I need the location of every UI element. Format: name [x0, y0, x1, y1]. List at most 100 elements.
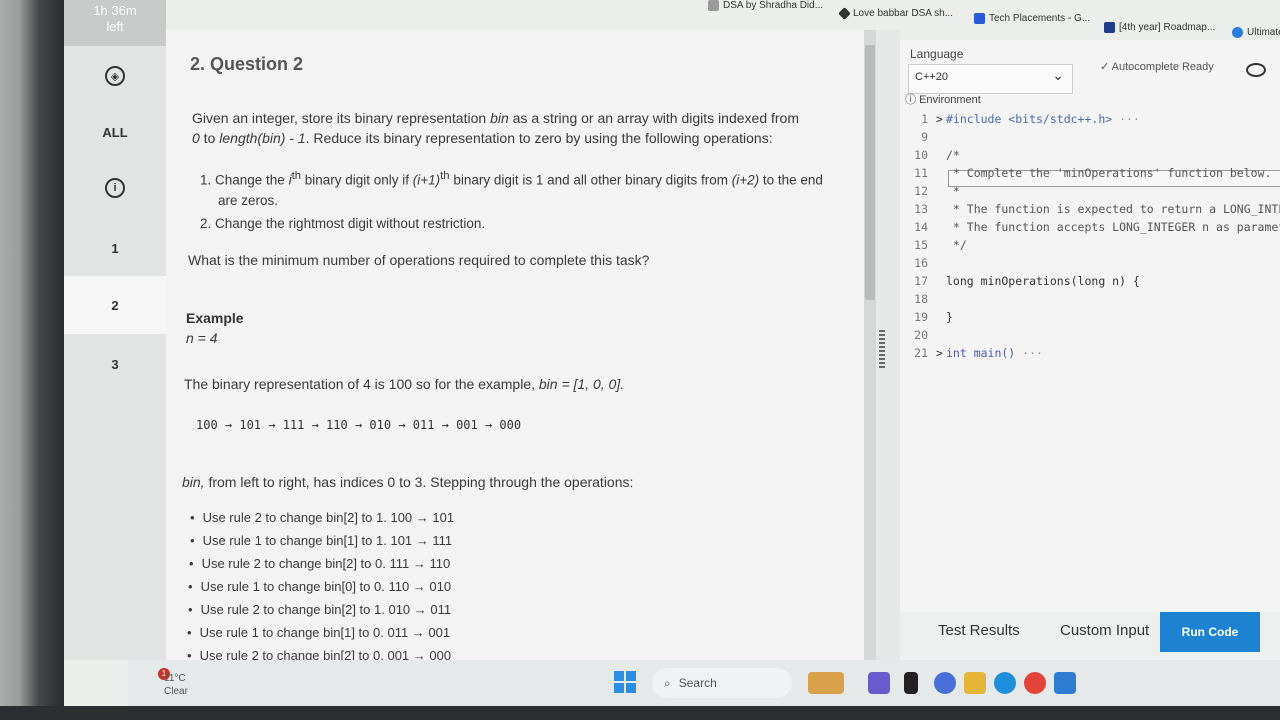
- shape-icon: [838, 7, 851, 20]
- app-icon[interactable]: [868, 672, 890, 694]
- compass-icon: ◈: [105, 66, 125, 86]
- bookmark-tech-placements[interactable]: Tech Placements - G...: [974, 13, 1090, 24]
- question-ask: What is the minimum number of operations…: [188, 252, 650, 268]
- rule-2: 2. Change the rightmost digit without re…: [200, 216, 486, 231]
- code-text: long minOperations(long n) {: [946, 274, 1140, 288]
- code-line[interactable]: 1 > #include <bits/stdc++.h> ···: [900, 112, 1280, 130]
- problem-pane: 2. Question 2 Given an integer, store it…: [166, 30, 866, 663]
- compass-nav-button[interactable]: ◈: [64, 56, 166, 96]
- tab-custom-input[interactable]: Custom Input: [1060, 622, 1149, 639]
- bookmark-ultimate[interactable]: Ultimate: [1232, 27, 1280, 38]
- code-line[interactable]: 12 *: [900, 184, 1280, 202]
- line-number: 15: [914, 238, 928, 252]
- step-item: Use rule 2 to change bin[2] to 0. 111 → …: [189, 556, 451, 571]
- folder-icon: [708, 0, 719, 11]
- chrome-icon[interactable]: [1024, 672, 1046, 694]
- example-text: The binary representation of 4 is 100 so…: [184, 376, 625, 392]
- edge-icon[interactable]: [994, 672, 1016, 694]
- code-line[interactable]: 10 /*: [900, 148, 1280, 166]
- check-circle-icon: ✓: [1100, 61, 1112, 73]
- nav-all[interactable]: ALL: [64, 110, 166, 154]
- code-line[interactable]: 19}: [900, 310, 1280, 328]
- windows-start-icon[interactable]: [614, 671, 636, 693]
- example-input: n = 4: [186, 330, 218, 346]
- nav-question-3[interactable]: 3: [64, 336, 166, 392]
- code-line[interactable]: 16: [900, 256, 1280, 274]
- code-text: * The function is expected to return a L…: [946, 202, 1280, 216]
- code-line[interactable]: 14 * The function accepts LONG_INTEGER n…: [900, 220, 1280, 238]
- code-text: * Complete the 'minOperations' function …: [946, 166, 1272, 180]
- splitter-grip-icon[interactable]: [879, 330, 885, 368]
- code-line[interactable]: 17 long minOperations(long n) {: [900, 274, 1280, 292]
- fold-chevron-icon[interactable]: >: [936, 112, 946, 126]
- language-label: Language: [910, 47, 964, 61]
- code-line[interactable]: 21 > int main() ···: [900, 346, 1280, 364]
- line-number: 18: [914, 292, 928, 306]
- screen: DSA by Shradha Did... Love babbar DSA sh…: [64, 0, 1280, 708]
- code-line[interactable]: 20: [900, 328, 1280, 346]
- question-navigator: 1h 36m left ◈ ALL i 1 2 3: [64, 0, 166, 660]
- time-remaining: 1h 36m left: [64, 0, 166, 46]
- bookmark-roadmap[interactable]: [4th year] Roadmap...: [1104, 22, 1215, 33]
- weather-widget[interactable]: 11°C Clear: [164, 672, 188, 698]
- line-number: 20: [914, 328, 928, 342]
- info-icon: ⓘ: [905, 94, 920, 106]
- code-text: *: [946, 184, 960, 198]
- line-number: 10: [914, 148, 928, 162]
- indices-text: bin, from left to right, has indices 0 t…: [182, 474, 634, 490]
- code-text: int main(): [946, 346, 1016, 360]
- monitor-bezel-bottom: [0, 706, 1280, 720]
- widget-icon[interactable]: [808, 672, 844, 694]
- code-line[interactable]: 9: [900, 130, 1280, 148]
- example-sequence: 100 → 101 → 111 → 110 → 010 → 011 → 001 …: [196, 418, 522, 432]
- fold-chevron-icon[interactable]: >: [936, 346, 946, 360]
- line-number: 17: [914, 274, 928, 288]
- code-line[interactable]: 15 */: [900, 238, 1280, 256]
- search-icon: ⌕: [664, 675, 671, 690]
- run-code-button[interactable]: Run Code: [1160, 612, 1260, 652]
- nav-question-2[interactable]: 2: [64, 276, 166, 334]
- bookmark-love-babbar[interactable]: Love babbar DSA sh...: [838, 7, 953, 20]
- bookmark-dsa-shradha[interactable]: DSA by Shradha Did...: [708, 0, 823, 11]
- environment-link[interactable]: ⓘ Environment: [905, 91, 981, 107]
- example-heading: Example: [186, 310, 244, 326]
- code-text: #include <bits/stdc++.h>: [946, 112, 1113, 126]
- file-explorer-icon[interactable]: [964, 672, 986, 694]
- step-item: Use rule 2 to change bin[2] to 1. 010 → …: [188, 602, 452, 617]
- taskbar: 1 11°C Clear ⌕ Search ^: [128, 660, 1280, 708]
- line-number: 1: [921, 112, 928, 126]
- problem-scroll-thumb[interactable]: [865, 45, 875, 300]
- code-line[interactable]: 13 * The function is expected to return …: [900, 202, 1280, 220]
- network-icon: [1104, 22, 1115, 33]
- step-item: Use rule 1 to change bin[1] to 0. 011 → …: [187, 625, 451, 640]
- language-select[interactable]: C++20: [908, 64, 1073, 94]
- line-number: 9: [921, 130, 928, 144]
- line-number: 21: [914, 346, 928, 360]
- code-text: * The function accepts LONG_INTEGER n as…: [946, 220, 1280, 234]
- step-item: Use rule 2 to change bin[2] to 1. 100 → …: [190, 510, 455, 525]
- line-number: 13: [914, 202, 928, 216]
- folded-ellipsis[interactable]: ···: [1015, 346, 1043, 360]
- autocomplete-status[interactable]: ✓ Autocomplete Ready: [1100, 60, 1214, 73]
- terminal-icon[interactable]: [904, 672, 918, 694]
- taskbar-search[interactable]: ⌕ Search: [652, 668, 792, 698]
- code-text: /*: [946, 148, 960, 162]
- globe-icon: [1232, 27, 1243, 38]
- eye-icon[interactable]: [1246, 63, 1266, 77]
- tab-test-results[interactable]: Test Results: [938, 622, 1020, 639]
- nav-question-1[interactable]: 1: [64, 222, 166, 274]
- line-number: 11: [914, 166, 928, 180]
- chat-icon[interactable]: [934, 672, 956, 694]
- code-text: */: [946, 238, 967, 252]
- line-number: 12: [914, 184, 928, 198]
- code-line[interactable]: 11 * Complete the 'minOperations' functi…: [900, 166, 1280, 184]
- folded-ellipsis[interactable]: ···: [1112, 112, 1140, 126]
- monitor-bezel: [0, 0, 64, 720]
- rule-1: 1. Change the ith binary digit only if (…: [200, 170, 823, 208]
- vscode-icon[interactable]: [1054, 672, 1076, 694]
- line-number: 16: [914, 256, 928, 270]
- code-line[interactable]: 18: [900, 292, 1280, 310]
- info-nav-button[interactable]: i: [64, 166, 166, 210]
- doc-icon: [974, 13, 985, 24]
- problem-intro: Given an integer, store its binary repre…: [192, 110, 799, 146]
